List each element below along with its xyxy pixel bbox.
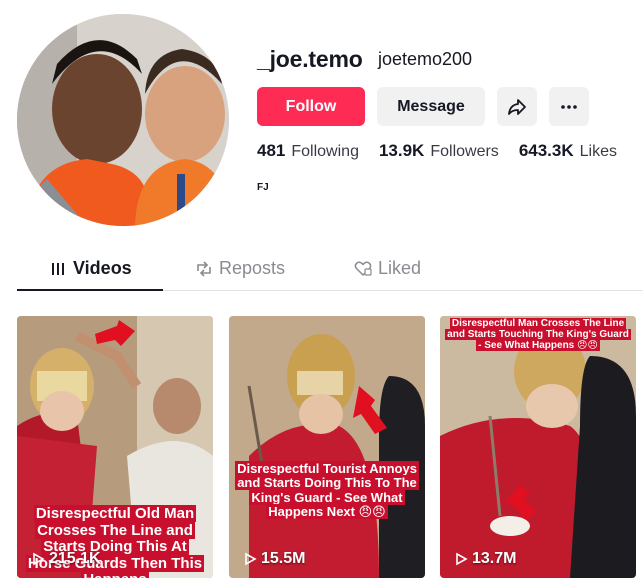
- play-icon: [456, 552, 468, 566]
- video-views-count: 215.1K: [49, 550, 101, 567]
- likes-count: 643.3K: [518, 141, 574, 160]
- following-label: Following: [291, 143, 359, 160]
- share-button[interactable]: [497, 87, 537, 126]
- grid-icon: [52, 262, 64, 275]
- active-tab-underline: [17, 289, 163, 291]
- avatar[interactable]: [17, 14, 229, 226]
- video-thumbnail: [440, 316, 636, 578]
- video-caption: Disrespectful Tourist Annoys and Starts …: [235, 461, 419, 519]
- liked-heart-icon: [354, 261, 372, 276]
- tab-videos-label: Videos: [73, 258, 132, 278]
- likes-stat: 643.3K Likes: [519, 141, 617, 161]
- followers-count: 13.9K: [378, 141, 425, 160]
- profile-tabs: Videos Reposts Liked: [17, 250, 643, 291]
- following-stat[interactable]: 481 Following: [257, 141, 359, 161]
- video-views-count: 13.7M: [472, 550, 517, 567]
- follow-button[interactable]: Follow: [257, 87, 365, 126]
- tab-liked-label: Liked: [378, 258, 422, 278]
- video-card[interactable]: Disrespectful Tourist Annoys and Starts …: [229, 316, 425, 578]
- following-count: 481: [257, 141, 286, 160]
- profile-stats: 481 Following 13.9K Followers 643.3K Likes: [257, 141, 617, 161]
- tab-videos[interactable]: Videos: [51, 258, 132, 279]
- avatar-image: [17, 14, 229, 226]
- repost-icon: [197, 260, 211, 277]
- likes-label: Likes: [579, 143, 617, 160]
- followers-label: Followers: [430, 143, 499, 160]
- tab-liked[interactable]: Liked: [354, 258, 421, 279]
- bio: FJ: [257, 182, 269, 193]
- tab-reposts-label: Reposts: [219, 258, 286, 278]
- video-card[interactable]: Disrespectful Man Crosses The Line and S…: [440, 316, 636, 578]
- video-card[interactable]: Disrespectful Old Man Crosses The Line a…: [17, 316, 213, 578]
- video-views: 15.5M: [243, 550, 305, 568]
- more-icon: [561, 104, 577, 109]
- username: _joe.temo: [257, 46, 363, 72]
- video-thumbnail: [229, 316, 425, 578]
- followers-stat[interactable]: 13.9K Followers: [379, 141, 499, 161]
- video-caption: Disrespectful Man Crosses The Line and S…: [445, 318, 631, 351]
- play-icon: [245, 552, 257, 566]
- nickname: joetemo200: [378, 49, 473, 69]
- tab-reposts[interactable]: Reposts: [195, 258, 285, 279]
- video-views: 215.1K: [31, 550, 101, 568]
- video-views: 13.7M: [454, 550, 516, 568]
- message-button[interactable]: Message: [377, 87, 485, 126]
- more-button[interactable]: [549, 87, 589, 126]
- share-icon: [508, 98, 526, 115]
- video-views-count: 15.5M: [261, 550, 306, 567]
- play-icon: [33, 552, 45, 566]
